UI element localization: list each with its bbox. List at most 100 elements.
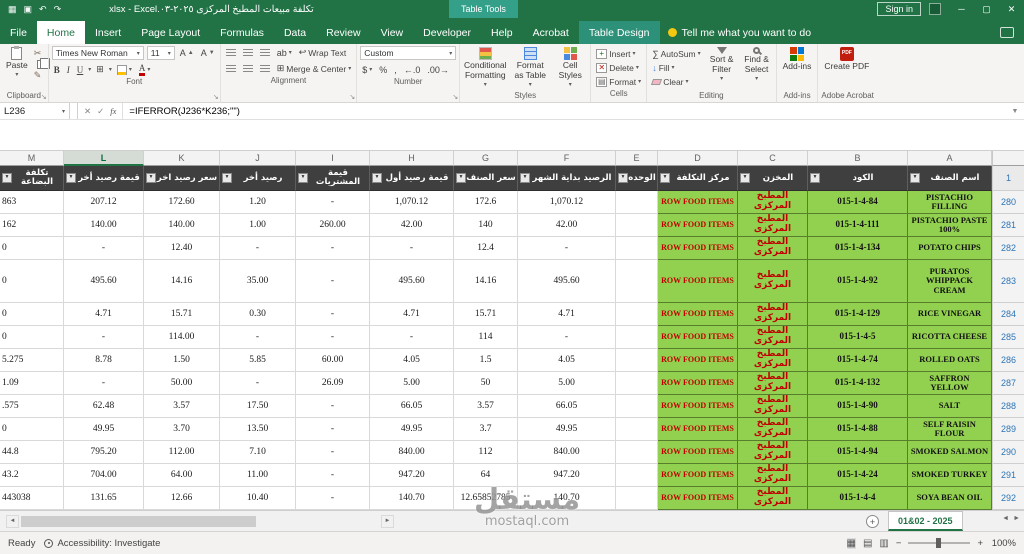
cell[interactable]: ROW FOOD ITEMS	[658, 372, 738, 395]
table-column-header[interactable]: ▼ المخزن	[738, 166, 808, 191]
cell[interactable]: 0	[0, 237, 64, 260]
table-column-header[interactable]: ▼ اسم الصنف	[908, 166, 992, 191]
filter-dropdown-icon[interactable]: ▼	[298, 173, 308, 183]
normal-view-button[interactable]: ▦	[846, 537, 856, 549]
cell[interactable]: 112	[454, 441, 518, 464]
cell[interactable]: 015-1-4-5	[808, 326, 908, 349]
sort-filter-button[interactable]: Sort & Filter ▾	[706, 46, 738, 83]
conditional-formatting-button[interactable]: Conditional Formatting ▾	[463, 46, 507, 89]
cell[interactable]: -	[296, 441, 370, 464]
cell[interactable]: ROW FOOD ITEMS	[658, 349, 738, 372]
ribbon-tab-data[interactable]: Data	[274, 21, 316, 44]
cell[interactable]: 3.70	[144, 418, 220, 441]
cell[interactable]: -	[296, 237, 370, 260]
cell[interactable]: 015-1-4-4	[808, 487, 908, 510]
column-header-M[interactable]: M	[0, 151, 64, 166]
cell[interactable]: 42.00	[518, 214, 616, 237]
cell[interactable]: 15.71	[144, 303, 220, 326]
undo-icon[interactable]: ↶	[39, 4, 47, 15]
zoom-slider-thumb[interactable]	[936, 538, 942, 548]
cell[interactable]: 140.00	[64, 214, 144, 237]
cell[interactable]: 131.65	[64, 487, 144, 510]
ribbon-tab-developer[interactable]: Developer	[413, 21, 481, 44]
percent-style-icon[interactable]: %	[377, 63, 389, 76]
cell[interactable]	[616, 464, 658, 487]
cell[interactable]: -	[370, 326, 454, 349]
filter-dropdown-icon[interactable]: ▼	[66, 173, 76, 183]
filter-dropdown-icon[interactable]: ▼	[2, 173, 12, 183]
italic-button[interactable]: I	[65, 63, 72, 76]
cell[interactable]: 114.00	[144, 326, 220, 349]
filter-dropdown-icon[interactable]: ▼	[222, 173, 232, 183]
find-select-button[interactable]: Find & Select ▾	[741, 46, 773, 83]
column-header-E[interactable]: E	[616, 151, 658, 166]
font-color-icon[interactable]: A	[138, 63, 146, 76]
cell[interactable]: 14.16	[454, 260, 518, 303]
cell[interactable]: 0	[0, 326, 64, 349]
clear-button[interactable]: Clear ▾	[650, 75, 702, 88]
cell[interactable]: ROLLED OATS	[908, 349, 992, 372]
cell[interactable]: 114	[454, 326, 518, 349]
cell[interactable]: 0	[0, 260, 64, 303]
cell[interactable]	[616, 326, 658, 349]
close-button[interactable]: ✕	[999, 0, 1024, 18]
decrease-decimal-icon[interactable]: .00→	[425, 63, 451, 76]
cell[interactable]: 4.71	[64, 303, 144, 326]
formula-input[interactable]: =IFERROR(J236*K236;"")	[123, 103, 1006, 119]
cell[interactable]: 140.00	[144, 214, 220, 237]
cell[interactable]	[616, 487, 658, 510]
cell[interactable]: 50	[454, 372, 518, 395]
cell[interactable]: 015-1-4-88	[808, 418, 908, 441]
tab-table-design[interactable]: Table Design	[578, 21, 660, 44]
cell[interactable]: المطبخ المركزى	[738, 303, 808, 326]
column-header-L[interactable]: L	[64, 151, 144, 166]
clipboard-dialog-launcher[interactable]: ↘	[41, 93, 47, 101]
cell[interactable]: -	[64, 326, 144, 349]
table-column-header[interactable]: ▼ الرصيد بداية الشهر	[518, 166, 616, 191]
table-column-header[interactable]: ▼ قيمة رصيد أخر	[64, 166, 144, 191]
column-header-H[interactable]: H	[370, 151, 454, 166]
cell[interactable]: 14.16	[144, 260, 220, 303]
autosum-button[interactable]: ∑ AutoSum ▾	[650, 47, 702, 60]
cell[interactable]: -	[370, 237, 454, 260]
table-column-header[interactable]: ▼ سعر رصيد اخر	[144, 166, 220, 191]
cell[interactable]: 0	[0, 303, 64, 326]
column-header-A[interactable]: A	[908, 151, 992, 166]
accessibility-status[interactable]: Accessibility: Investigate	[44, 538, 160, 549]
table-column-header[interactable]: ▼ تكلفة البضاعة	[0, 166, 64, 191]
cell[interactable]: -	[296, 418, 370, 441]
cell[interactable]: -	[296, 326, 370, 349]
cell[interactable]: SAFFRON YELLOW	[908, 372, 992, 395]
ribbon-tab-page-layout[interactable]: Page Layout	[131, 21, 210, 44]
cell[interactable]: -	[518, 237, 616, 260]
cell[interactable]: 162	[0, 214, 64, 237]
align-top-icon[interactable]	[225, 48, 236, 57]
column-header-D[interactable]: D	[658, 151, 738, 166]
format-cells-button[interactable]: ▤ Format ▾	[594, 75, 643, 88]
cell[interactable]: 49.95	[518, 418, 616, 441]
fill-button[interactable]: ↓ Fill ▾	[650, 61, 702, 74]
cell[interactable]: -	[220, 372, 296, 395]
comment-icon[interactable]	[1000, 27, 1014, 38]
zoom-level[interactable]: 100%	[990, 538, 1016, 549]
cell[interactable]: ROW FOOD ITEMS	[658, 191, 738, 214]
table-column-header[interactable]: ▼ مركز التكلفة	[658, 166, 738, 191]
cell[interactable]: 43.2	[0, 464, 64, 487]
cell[interactable]: 62.48	[64, 395, 144, 418]
cell[interactable]: 4.71	[370, 303, 454, 326]
ribbon-tab-acrobat[interactable]: Acrobat	[523, 21, 579, 44]
cell[interactable]: 7.10	[220, 441, 296, 464]
cell[interactable]: -	[64, 372, 144, 395]
filter-dropdown-icon[interactable]: ▼	[660, 173, 670, 183]
cell[interactable]: ROW FOOD ITEMS	[658, 441, 738, 464]
cell[interactable]: 5.85	[220, 349, 296, 372]
cell[interactable]: 26.09	[296, 372, 370, 395]
cell[interactable]: PISTACHIO PASTE 100%	[908, 214, 992, 237]
cell[interactable]: PURATOS WHIPPACK CREAM	[908, 260, 992, 303]
fill-color-icon[interactable]	[116, 64, 127, 75]
cell[interactable]: 8.78	[64, 349, 144, 372]
ribbon-tab-formulas[interactable]: Formulas	[210, 21, 274, 44]
scroll-left-icon[interactable]: ◄	[6, 514, 19, 528]
scrollbar-track[interactable]	[258, 515, 381, 527]
cell[interactable]: المطبخ المركزى	[738, 441, 808, 464]
